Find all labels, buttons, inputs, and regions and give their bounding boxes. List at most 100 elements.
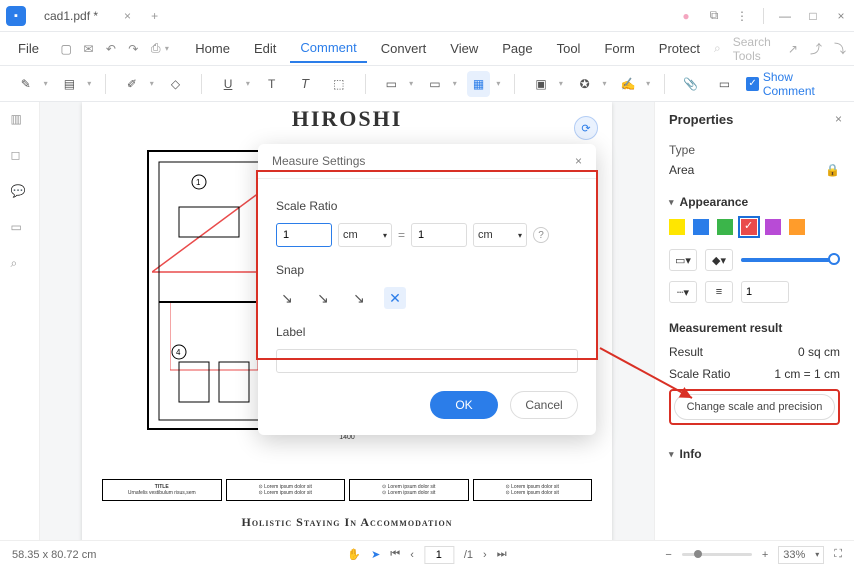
undo-icon[interactable]: ↶ — [102, 38, 120, 60]
result-label: Result — [669, 345, 703, 359]
dialog-close-icon[interactable]: × — [575, 154, 582, 168]
sign-tool[interactable]: ✍ — [616, 71, 640, 97]
print-icon[interactable]: ⎙ — [147, 38, 165, 60]
doc-subtitle: Holistic Staying In Accommodation — [82, 515, 612, 530]
zoom-out-icon[interactable]: − — [665, 549, 671, 561]
page-input[interactable] — [424, 546, 454, 564]
underline-tool[interactable]: U — [216, 71, 240, 97]
border-color-btn[interactable]: ▭▾ — [669, 249, 697, 271]
swatch-red[interactable] — [741, 219, 757, 235]
line-style-btn[interactable]: ┄▾ — [669, 281, 697, 303]
search-panel-icon[interactable]: ⌕ — [11, 256, 29, 274]
show-comment-toggle[interactable]: ✓ Show Comment — [746, 70, 840, 98]
ratio-input-2[interactable] — [411, 223, 467, 247]
snap-midpoint[interactable]: ↘ — [312, 287, 334, 309]
cancel-button[interactable]: Cancel — [510, 391, 578, 419]
highlight-tool[interactable]: ✐ — [120, 71, 144, 97]
thickness-input[interactable] — [741, 281, 789, 303]
menu-tool[interactable]: Tool — [547, 35, 591, 62]
help-icon[interactable]: ? — [533, 227, 549, 243]
label-input[interactable] — [276, 349, 578, 373]
stamp-tool[interactable]: ▤ — [58, 71, 82, 97]
maximize-button[interactable]: □ — [806, 9, 820, 23]
scale-ratio-label: Scale Ratio — [276, 199, 578, 213]
upload-icon[interactable]: ⤴ — [810, 40, 822, 57]
search-tools[interactable]: Search Tools — [733, 35, 776, 63]
line-tool[interactable]: ▭ — [423, 71, 447, 97]
area-tool[interactable]: ▣ — [529, 71, 553, 97]
menu-file[interactable]: File — [8, 35, 49, 62]
menu-page[interactable]: Page — [492, 35, 542, 62]
hide-tool[interactable]: ▭ — [713, 71, 737, 97]
select-tool-icon[interactable]: ➤ — [371, 548, 380, 561]
share-icon[interactable]: ⧉ — [707, 8, 721, 23]
equals-sign: = — [398, 228, 405, 242]
ratio-input-1[interactable] — [276, 223, 332, 247]
download-icon[interactable]: ⤵ — [834, 40, 846, 57]
eraser-tool[interactable]: ◇ — [164, 71, 188, 97]
text-tool[interactable]: T — [260, 71, 284, 97]
titlebar: ▪ cad1.pdf * × + ● ⧉ ⋮ — □ × — [0, 0, 854, 32]
menu-comment[interactable]: Comment — [290, 34, 366, 63]
swatch-yellow[interactable] — [669, 219, 685, 235]
line-weight-btn[interactable]: ≡ — [705, 281, 733, 303]
snap-intersect[interactable]: ↘ — [348, 287, 370, 309]
change-scale-button[interactable]: Change scale and precision — [674, 394, 835, 420]
attachments-icon[interactable]: ▭ — [11, 220, 29, 238]
stamp2-tool[interactable]: ✪ — [573, 71, 597, 97]
prev-page-icon[interactable]: ‹ — [410, 549, 414, 561]
swatch-green[interactable] — [717, 219, 733, 235]
properties-close-icon[interactable]: × — [835, 112, 842, 126]
new-tab-button[interactable]: + — [141, 9, 168, 23]
callout-tool[interactable]: ⬚ — [327, 71, 351, 97]
tab-close-icon[interactable]: × — [124, 9, 131, 23]
snap-perpendicular[interactable]: ✕ — [384, 287, 406, 309]
next-page-icon[interactable]: › — [483, 549, 487, 561]
redo-icon[interactable]: ↷ — [124, 38, 142, 60]
mail-icon[interactable]: ✉ — [79, 38, 97, 60]
page-icon[interactable]: ⟳ — [574, 116, 598, 140]
swatch-purple[interactable] — [765, 219, 781, 235]
unit-select-2[interactable]: cm▾ — [473, 223, 527, 247]
note-tool[interactable]: ✎ — [14, 71, 38, 97]
menu-home[interactable]: Home — [185, 35, 240, 62]
more-icon[interactable]: ⋮ — [735, 9, 749, 23]
menu-protect[interactable]: Protect — [649, 35, 710, 62]
thumbnails-icon[interactable]: ▥ — [11, 112, 29, 130]
ok-button[interactable]: OK — [430, 391, 498, 419]
snap-endpoint[interactable]: ↘ — [276, 287, 298, 309]
cloud-icon[interactable]: ● — [679, 9, 693, 23]
rect-tool[interactable]: ▭ — [380, 71, 404, 97]
opacity-slider[interactable] — [741, 258, 840, 262]
text-box-tool[interactable]: 𝘛 — [293, 71, 317, 97]
minimize-button[interactable]: — — [778, 9, 792, 23]
search-icon[interactable]: ⌕ — [714, 41, 721, 56]
save-icon[interactable]: ▢ — [57, 38, 75, 60]
external-icon[interactable]: ↗ — [788, 42, 798, 56]
last-page-icon[interactable]: ⏭ — [497, 548, 507, 561]
menu-convert[interactable]: Convert — [371, 35, 437, 62]
fill-color-btn[interactable]: ◆▾ — [705, 249, 733, 271]
hand-tool-icon[interactable]: ✋ — [347, 548, 361, 561]
attach-tool[interactable]: 📎 — [679, 71, 703, 97]
bookmarks-icon[interactable]: ◻ — [11, 148, 29, 166]
unit-select-1[interactable]: cm▾ — [338, 223, 392, 247]
lock-icon[interactable]: 🔒 — [825, 163, 840, 177]
menu-view[interactable]: View — [440, 35, 488, 62]
comments-icon[interactable]: 💬 — [11, 184, 29, 202]
menu-edit[interactable]: Edit — [244, 35, 286, 62]
info-header[interactable]: Info — [669, 447, 840, 461]
zoom-in-icon[interactable]: + — [762, 549, 768, 561]
first-page-icon[interactable]: ⏮ — [390, 548, 400, 561]
swatch-blue[interactable] — [693, 219, 709, 235]
zoom-slider[interactable] — [682, 553, 752, 556]
measure-tool[interactable]: ▦ — [467, 71, 491, 97]
fit-page-icon[interactable]: ⛶ — [834, 548, 842, 561]
menu-form[interactable]: Form — [594, 35, 644, 62]
close-button[interactable]: × — [834, 9, 848, 23]
appearance-header[interactable]: Appearance — [669, 195, 840, 209]
swatch-orange[interactable] — [789, 219, 805, 235]
document-tab[interactable]: cad1.pdf * × — [34, 0, 141, 32]
zoom-select[interactable]: 33%▾ — [778, 546, 824, 564]
chevron-down-icon[interactable]: ▾ — [165, 44, 169, 53]
